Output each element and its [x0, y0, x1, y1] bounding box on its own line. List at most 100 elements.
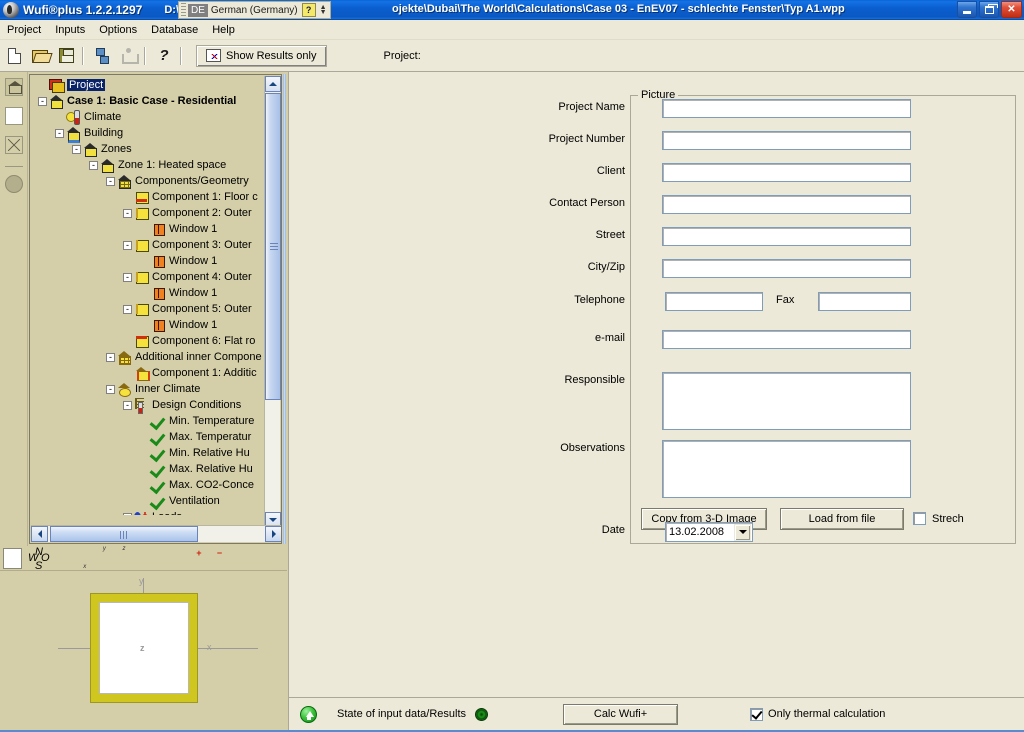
- only-thermal-checkbox[interactable]: [750, 707, 764, 721]
- circle-view-icon[interactable]: [4, 175, 23, 193]
- language-code-badge[interactable]: DE: [188, 3, 208, 17]
- tree-expander-toggle[interactable]: -: [123, 304, 132, 314]
- tree-item[interactable]: Window 1: [32, 317, 264, 333]
- tree-item[interactable]: - Building: [32, 125, 264, 143]
- layout-button[interactable]: [268, 548, 287, 569]
- save-button[interactable]: [54, 44, 78, 68]
- tree-item[interactable]: Component 1: Floor c: [32, 189, 264, 205]
- language-options-icon[interactable]: ▲ ▼: [319, 4, 328, 16]
- tree-item[interactable]: - Case 1: Basic Case - Residential: [32, 93, 264, 109]
- tree-item[interactable]: - Design Conditions: [32, 397, 264, 414]
- tree-item[interactable]: Component 6: Flat ro: [32, 333, 264, 349]
- fax-input[interactable]: [818, 292, 911, 311]
- email-input[interactable]: [662, 330, 911, 349]
- tree-expander-toggle[interactable]: -: [123, 240, 132, 250]
- tree-item[interactable]: Climate: [32, 109, 264, 125]
- show-results-only-button[interactable]: Show Results only: [196, 44, 327, 67]
- street-input[interactable]: [662, 227, 911, 246]
- axes-button[interactable]: [3, 547, 22, 569]
- tree-item[interactable]: - Components/Geometry: [32, 173, 264, 189]
- tree-item[interactable]: Window 1: [32, 285, 264, 301]
- tree-expander-toggle[interactable]: -: [38, 96, 47, 106]
- tree-item[interactable]: - Component 3: Outer: [32, 237, 264, 253]
- close-button[interactable]: ✕: [1001, 1, 1022, 18]
- zoom-in-button[interactable]: +: [193, 548, 212, 569]
- rotate-y-button[interactable]: y: [87, 546, 106, 569]
- tree-item[interactable]: - Component 2: Outer: [32, 205, 264, 221]
- tree-item[interactable]: - Inner Climate: [32, 381, 264, 397]
- new-document-button[interactable]: [2, 44, 26, 68]
- only-thermal-checkbox-row[interactable]: Only thermal calculation: [750, 707, 885, 721]
- tree-expander-toggle[interactable]: -: [123, 512, 132, 515]
- tree-expander-toggle[interactable]: -: [55, 128, 64, 138]
- crossed-box-icon[interactable]: [4, 136, 23, 154]
- zoom-out-button[interactable]: −: [214, 548, 233, 569]
- panel-splitter-grip[interactable]: [283, 74, 286, 544]
- contact-person-input[interactable]: [662, 195, 911, 214]
- rotate-x-button[interactable]: x: [68, 548, 86, 570]
- calc-wufi-button[interactable]: Calc Wufi+: [563, 703, 679, 725]
- tree-expander-toggle[interactable]: -: [123, 208, 132, 218]
- tree-vscroll-thumb[interactable]: [265, 93, 281, 400]
- tree-item[interactable]: Window 1: [32, 253, 264, 269]
- menu-database[interactable]: Database: [144, 22, 205, 38]
- city-zip-input[interactable]: [662, 259, 911, 278]
- open-file-button[interactable]: [28, 44, 52, 68]
- tree-expander-toggle[interactable]: -: [106, 176, 115, 186]
- minimize-button[interactable]: [957, 1, 977, 18]
- tree-expander-toggle[interactable]: -: [106, 352, 115, 362]
- tree-expander-toggle[interactable]: -: [106, 384, 115, 394]
- tree-expander-toggle[interactable]: -: [89, 160, 98, 170]
- project-name-input[interactable]: [662, 99, 911, 118]
- tree-item[interactable]: Min. Temperature: [32, 413, 264, 429]
- client-input[interactable]: [662, 163, 911, 182]
- tree-item[interactable]: Window 1: [32, 221, 264, 237]
- language-bar-grip-icon[interactable]: [181, 3, 186, 17]
- tree-vertical-scrollbar[interactable]: [264, 76, 281, 528]
- scroll-right-arrow[interactable]: [265, 526, 281, 542]
- compass-button[interactable]: NS WO: [28, 546, 50, 572]
- green-up-arrow-icon[interactable]: [300, 705, 317, 723]
- telephone-input[interactable]: [665, 292, 763, 311]
- project-tree[interactable]: Project - Case 1: Basic Case - Residential…: [30, 75, 264, 515]
- chevron-down-icon[interactable]: [734, 523, 751, 541]
- tree-item[interactable]: Component 1: Additic: [32, 365, 264, 381]
- restore-button[interactable]: [979, 1, 999, 18]
- tree-item[interactable]: - Component 5: Outer: [32, 301, 264, 317]
- stretch-checkbox[interactable]: [913, 512, 926, 525]
- scroll-left-arrow[interactable]: [31, 526, 48, 542]
- load-from-file-button[interactable]: Load from file: [780, 508, 904, 530]
- tree-expander-toggle[interactable]: -: [72, 144, 81, 154]
- tree-expander-toggle[interactable]: -: [123, 400, 132, 410]
- tree-item[interactable]: - Additional inner Compone: [32, 349, 264, 365]
- scroll-up-arrow[interactable]: [265, 76, 281, 92]
- language-help-icon[interactable]: ?: [301, 3, 316, 17]
- rotate-z-button[interactable]: z: [107, 546, 125, 569]
- tree-item[interactable]: Min. Relative Hu: [32, 445, 264, 461]
- date-combobox[interactable]: 13.02.2008: [665, 522, 753, 542]
- tree-expander-toggle[interactable]: -: [123, 272, 132, 282]
- tree-hscroll-thumb[interactable]: [50, 526, 198, 542]
- tree-item[interactable]: - Component 4: Outer: [32, 269, 264, 285]
- tree-item[interactable]: Max. CO2-Conce: [32, 477, 264, 493]
- tree-structure-button[interactable]: [90, 44, 114, 68]
- solid-view-button[interactable]: [161, 548, 180, 569]
- help-button[interactable]: ?: [152, 44, 176, 68]
- tree-item[interactable]: - Loads: [32, 509, 264, 515]
- observations-textarea[interactable]: [662, 440, 911, 498]
- house-view-icon[interactable]: [4, 78, 23, 96]
- tree-item[interactable]: - Zones: [32, 141, 264, 157]
- responsible-textarea[interactable]: [662, 372, 911, 430]
- stretch-checkbox-row[interactable]: Strech: [913, 512, 964, 525]
- menu-project[interactable]: Project: [0, 22, 48, 38]
- tree-item[interactable]: - Zone 1: Heated space: [32, 157, 264, 173]
- project-number-input[interactable]: [662, 131, 911, 150]
- rectangle-view-icon[interactable]: [4, 107, 23, 125]
- tree-item[interactable]: Project: [32, 77, 264, 93]
- tree-item[interactable]: Ventilation: [32, 493, 264, 509]
- menu-inputs[interactable]: Inputs: [48, 22, 92, 38]
- prune-tree-button[interactable]: [116, 44, 140, 68]
- tree-horizontal-scrollbar[interactable]: [31, 525, 281, 542]
- menu-options[interactable]: Options: [92, 22, 144, 38]
- language-bar[interactable]: DE German (Germany) ? ▲ ▼: [178, 1, 331, 19]
